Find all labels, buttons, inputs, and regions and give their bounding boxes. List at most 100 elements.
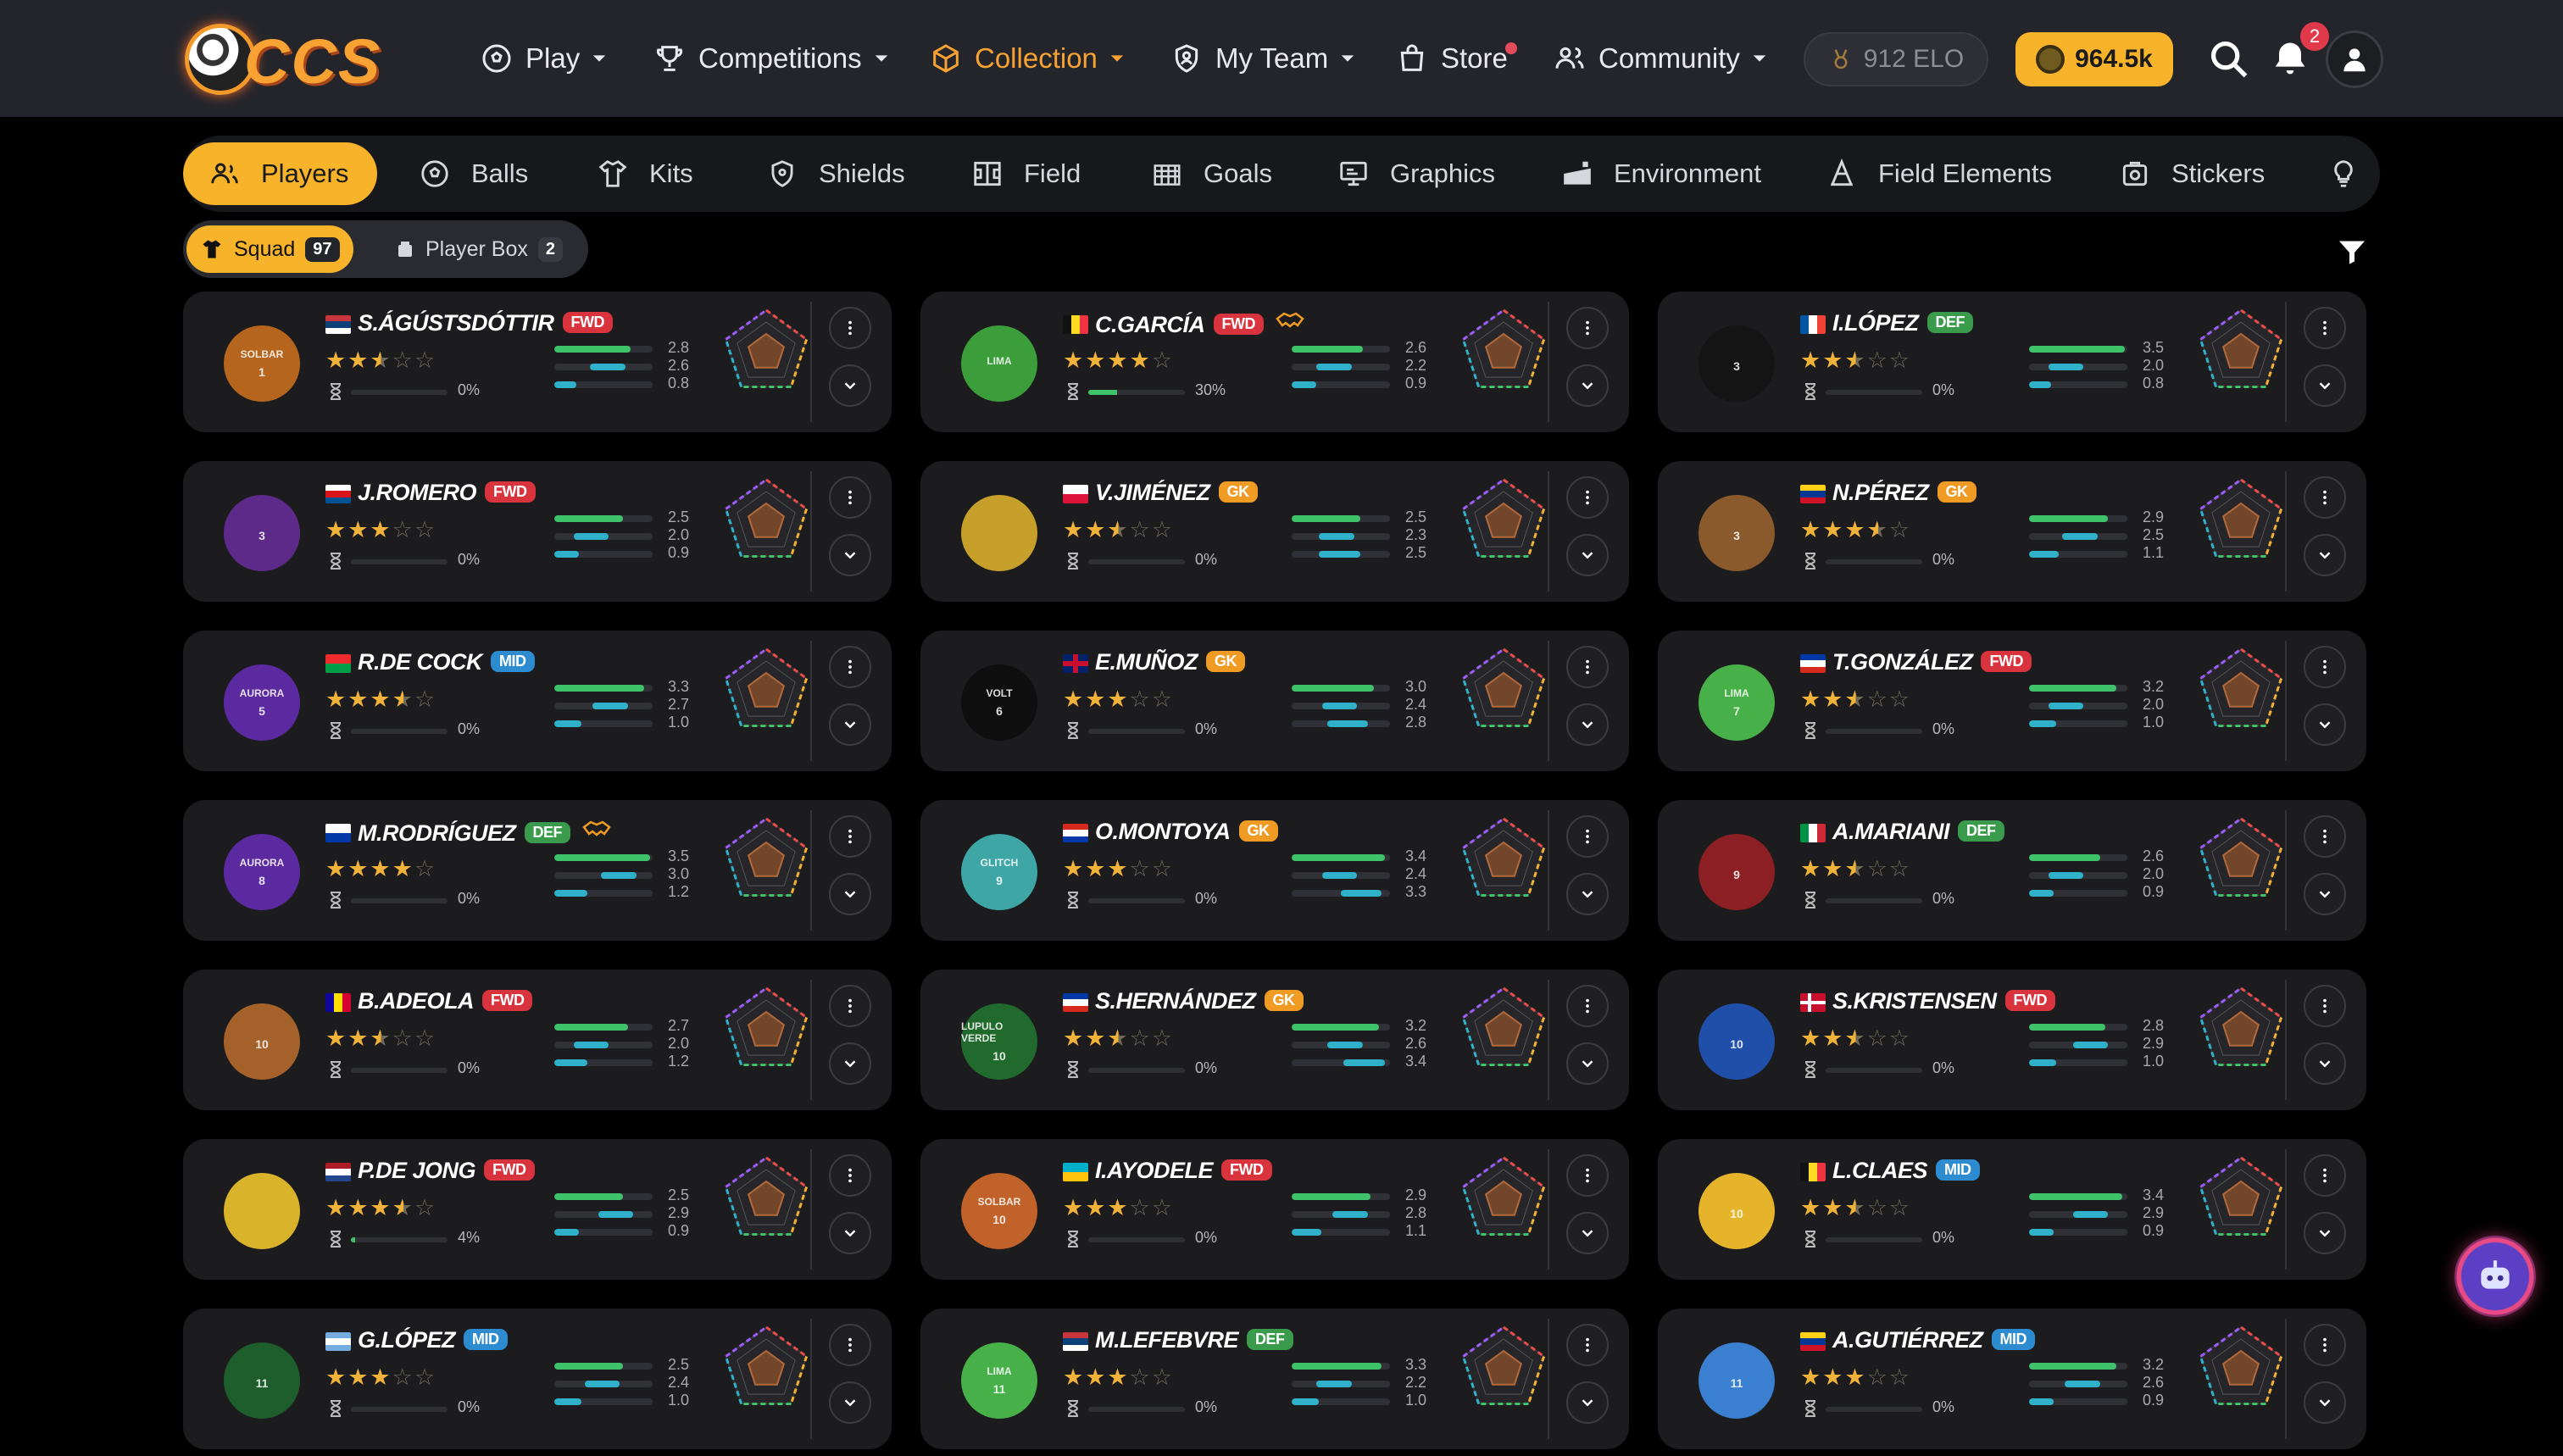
filter-icon[interactable] bbox=[2336, 237, 2368, 268]
stat-bar bbox=[1292, 1363, 1390, 1370]
more-options-button[interactable] bbox=[829, 1324, 871, 1366]
tab-kits[interactable]: Kits bbox=[597, 142, 693, 205]
expand-button[interactable] bbox=[829, 703, 871, 746]
player-card[interactable]: 3 I.LÓPEZ DEF ★★★☆☆ 0% 3.5 2.0 0.8 bbox=[1658, 292, 2366, 432]
more-options-button[interactable] bbox=[1566, 1154, 1609, 1197]
player-card[interactable]: 9 A.MARIANI DEF ★★★☆☆ 0% 2.6 2.0 0.9 bbox=[1658, 800, 2366, 941]
expand-button[interactable] bbox=[1566, 364, 1609, 407]
expand-button[interactable] bbox=[829, 1381, 871, 1424]
more-options-button[interactable] bbox=[2304, 307, 2346, 349]
subtab-squad[interactable]: Squad 97 bbox=[186, 225, 353, 273]
player-name-row: V.JIMÉNEZ GK bbox=[1095, 480, 1258, 506]
expand-button[interactable] bbox=[2304, 1042, 2346, 1085]
more-options-button[interactable] bbox=[2304, 1324, 2346, 1366]
expand-button[interactable] bbox=[2304, 873, 2346, 915]
tab-more[interactable] bbox=[2327, 142, 2360, 205]
expand-button[interactable] bbox=[1566, 703, 1609, 746]
player-card[interactable]: 10 L.CLAES MID ★★★☆☆ 0% 3.4 2.9 0.9 bbox=[1658, 1139, 2366, 1280]
stat-value: 0.9 bbox=[668, 544, 690, 561]
expand-button[interactable] bbox=[829, 1212, 871, 1254]
expand-button[interactable] bbox=[829, 1042, 871, 1085]
more-options-button[interactable] bbox=[829, 985, 871, 1027]
tab-environment[interactable]: Environment bbox=[1561, 142, 1761, 205]
player-card[interactable]: 11 A.GUTIÉRREZ MID ★★★☆☆ 0% 3.2 2.6 0.9 bbox=[1658, 1309, 2366, 1449]
player-card[interactable]: SOLBAR 1 S.ÁGÚSTSDÓTTIR FWD ★★★☆☆ 0% 2.8 2… bbox=[183, 292, 892, 432]
more-options-button[interactable] bbox=[1566, 476, 1609, 519]
chat-bot-button[interactable] bbox=[2455, 1236, 2536, 1317]
tab-graphics[interactable]: Graphics bbox=[1337, 142, 1495, 205]
nav-competitions[interactable]: Competitions bbox=[653, 0, 889, 117]
more-options-button[interactable] bbox=[1566, 985, 1609, 1027]
player-card[interactable]: 10 B.ADEOLA FWD ★★★☆☆ 0% 2.7 2.0 1.2 bbox=[183, 970, 892, 1110]
more-options-button[interactable] bbox=[2304, 1154, 2346, 1197]
bottle-brand: LIMA bbox=[987, 1365, 1012, 1377]
player-card[interactable]: GLITCH 9 O.MONTOYA GK ★★★☆☆ 0% 3.4 2.4 3.3 bbox=[920, 800, 1629, 941]
divider bbox=[810, 471, 812, 592]
nav-collection[interactable]: Collection bbox=[929, 0, 1125, 117]
player-name: M.RODRÍGUEZ bbox=[358, 820, 516, 846]
more-options-button[interactable] bbox=[829, 476, 871, 519]
training-progress bbox=[1826, 1407, 1922, 1412]
player-card[interactable]: 3 J.ROMERO FWD ★★★☆☆ 0% 2.5 2.0 0.9 bbox=[183, 461, 892, 602]
nav-store[interactable]: Store bbox=[1395, 0, 1508, 117]
tab-goals[interactable]: Goals bbox=[1151, 142, 1272, 205]
more-options-button[interactable] bbox=[829, 815, 871, 858]
player-card[interactable]: P.DE JONG FWD ★★★★☆ 4% 2.5 2.9 0.9 bbox=[183, 1139, 892, 1280]
more-options-button[interactable] bbox=[2304, 476, 2346, 519]
bottle-number: 11 bbox=[1730, 1376, 1743, 1390]
more-options-button[interactable] bbox=[1566, 815, 1609, 858]
more-options-button[interactable] bbox=[2304, 646, 2346, 688]
player-card[interactable]: SOLBAR 10 I.AYODELE FWD ★★★☆☆ 0% 2.9 2.8 1.… bbox=[920, 1139, 1629, 1280]
nav-community[interactable]: Community bbox=[1553, 0, 1767, 117]
expand-button[interactable] bbox=[829, 873, 871, 915]
tab-field[interactable]: Field bbox=[971, 142, 1081, 205]
more-options-button[interactable] bbox=[1566, 1324, 1609, 1366]
search-icon[interactable] bbox=[2207, 37, 2251, 81]
nav-my-team[interactable]: My Team bbox=[1170, 0, 1355, 117]
position-badge: FWD bbox=[485, 481, 536, 503]
tab-field-elements[interactable]: Field Elements bbox=[1826, 142, 2052, 205]
ccs-logo[interactable]: CCS bbox=[185, 19, 431, 100]
more-options-button[interactable] bbox=[1566, 646, 1609, 688]
expand-button[interactable] bbox=[1566, 873, 1609, 915]
player-card[interactable]: LUPULO VERDE 10 S.HERNÁNDEZ GK ★★★☆☆ 0% 3… bbox=[920, 970, 1629, 1110]
expand-button[interactable] bbox=[2304, 1381, 2346, 1424]
player-card[interactable]: 10 S.KRISTENSEN FWD ★★★☆☆ 0% 2.8 2.9 1.0 bbox=[1658, 970, 2366, 1110]
expand-button[interactable] bbox=[1566, 1042, 1609, 1085]
nav-play[interactable]: Play bbox=[480, 0, 607, 117]
player-card[interactable]: LIMA 7 T.GONZÁLEZ FWD ★★★☆☆ 0% 3.2 2.0 1.0 bbox=[1658, 631, 2366, 771]
more-options-button[interactable] bbox=[2304, 985, 2346, 1027]
more-options-button[interactable] bbox=[1566, 307, 1609, 349]
more-options-button[interactable] bbox=[829, 307, 871, 349]
player-card[interactable]: 11 G.LÓPEZ MID ★★★☆☆ 0% 2.5 2.4 1.0 bbox=[183, 1309, 892, 1449]
player-card[interactable]: 3 N.PÉREZ GK ★★★★☆ 0% 2.9 2.5 1.1 bbox=[1658, 461, 2366, 602]
user-avatar[interactable] bbox=[2326, 31, 2383, 88]
player-card[interactable]: V.JIMÉNEZ GK ★★★☆☆ 0% 2.5 2.3 2.5 bbox=[920, 461, 1629, 602]
coin-balance[interactable]: 964.5k bbox=[2015, 32, 2173, 86]
expand-button[interactable] bbox=[2304, 534, 2346, 576]
stat-bar bbox=[554, 720, 653, 727]
more-options-button[interactable] bbox=[829, 1154, 871, 1197]
more-options-button[interactable] bbox=[2304, 815, 2346, 858]
expand-button[interactable] bbox=[2304, 364, 2346, 407]
tab-players[interactable]: Players bbox=[183, 142, 378, 205]
expand-button[interactable] bbox=[2304, 1212, 2346, 1254]
expand-button[interactable] bbox=[829, 534, 871, 576]
player-card[interactable]: AURORA 5 R.DE COCK MID ★★★★☆ 0% 3.3 2.7 1.0 bbox=[183, 631, 892, 771]
more-options-button[interactable] bbox=[829, 646, 871, 688]
player-card[interactable]: LIMA C.GARCÍA FWD ★★★★☆ 30% 2.6 2.2 0.9 bbox=[920, 292, 1629, 432]
tab-stickers[interactable]: Stickers bbox=[2119, 142, 2265, 205]
tab-shields[interactable]: Shields bbox=[766, 142, 905, 205]
player-card[interactable]: LIMA 11 M.LEFEBVRE DEF ★★★☆☆ 0% 3.3 2.2 1.0 bbox=[920, 1309, 1629, 1449]
expand-button[interactable] bbox=[1566, 1381, 1609, 1424]
subtab-player-box[interactable]: Player Box 2 bbox=[395, 225, 564, 273]
elo-rating[interactable]: 912 ELO bbox=[1804, 32, 1988, 86]
player-card[interactable]: VOLT 6 E.MUÑOZ GK ★★★☆☆ 0% 3.0 2.4 2.8 bbox=[920, 631, 1629, 771]
expand-button[interactable] bbox=[1566, 1212, 1609, 1254]
expand-button[interactable] bbox=[1566, 534, 1609, 576]
bottle-cap-avatar bbox=[961, 495, 1037, 571]
player-card[interactable]: AURORA 8 M.RODRÍGUEZ DEF ★★★★☆ 0% 3.5 3.0 1… bbox=[183, 800, 892, 941]
expand-button[interactable] bbox=[2304, 703, 2346, 746]
expand-button[interactable] bbox=[829, 364, 871, 407]
tab-balls[interactable]: Balls bbox=[419, 142, 528, 205]
